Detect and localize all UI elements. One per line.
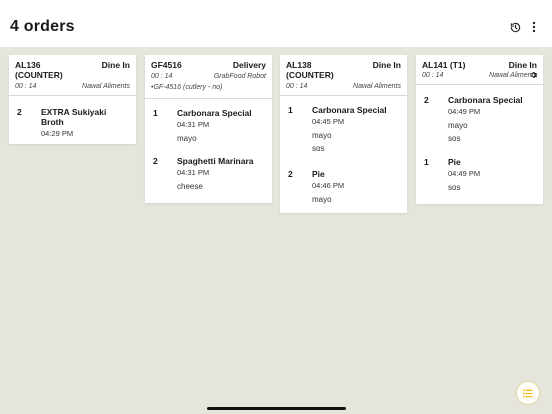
order-card[interactable]: AL136 (COUNTER) Dine In 00 : 14 Nawal Al… bbox=[9, 55, 136, 144]
order-source: Nawal Aliments bbox=[82, 83, 130, 90]
divider bbox=[9, 95, 136, 96]
order-note: •GF-4516 (cutlery - no) bbox=[151, 84, 223, 91]
order-item[interactable]: 1 Pie 04:49 PM sos bbox=[416, 157, 543, 195]
item-qty: 1 bbox=[424, 157, 429, 167]
order-type: Dine In bbox=[101, 60, 130, 70]
order-timer: 00 : 14 bbox=[286, 83, 308, 90]
item-time: 04:49 PM bbox=[448, 169, 481, 178]
order-id: AL141 (T1) bbox=[422, 60, 466, 70]
divider bbox=[145, 98, 272, 99]
item-modifier: sos bbox=[448, 183, 461, 192]
order-id: AL136 (COUNTER) bbox=[15, 60, 63, 80]
gear-icon[interactable] bbox=[530, 66, 538, 78]
order-type: Delivery bbox=[232, 60, 266, 70]
list-fab-button[interactable] bbox=[517, 382, 539, 404]
item-modifier: mayo bbox=[312, 131, 332, 140]
page-title: 4 orders bbox=[10, 18, 75, 35]
item-qty: 2 bbox=[17, 107, 22, 117]
item-time: 04:31 PM bbox=[177, 120, 210, 129]
order-card[interactable]: GF4516 Delivery 00 : 14 GrabFood Robot •… bbox=[145, 55, 272, 203]
order-card-header: GF4516 Delivery 00 : 14 GrabFood Robot •… bbox=[145, 55, 272, 98]
item-name: Carbonara Special bbox=[177, 108, 252, 118]
order-timer: 00 : 14 bbox=[422, 72, 444, 79]
order-id: AL138 (COUNTER) bbox=[286, 60, 334, 80]
item-time: 04:31 PM bbox=[177, 167, 210, 177]
item-name: Pie bbox=[312, 169, 325, 179]
more-vertical-icon[interactable] bbox=[527, 20, 541, 34]
item-qty: 2 bbox=[424, 95, 429, 105]
item-name: Spaghetti Marinara bbox=[177, 155, 254, 166]
app-header: 4 orders bbox=[0, 0, 552, 47]
order-card-header: AL138 (COUNTER) Dine In 00 : 14 Nawal Al… bbox=[280, 55, 407, 95]
item-time: 04:49 PM bbox=[448, 107, 481, 116]
divider bbox=[280, 95, 407, 96]
order-item[interactable]: 1 Carbonara Special 04:45 PM mayo sos bbox=[280, 105, 407, 155]
order-timer: 00 : 14 bbox=[15, 83, 37, 90]
item-qty: 2 bbox=[288, 169, 293, 179]
history-icon[interactable] bbox=[508, 20, 522, 34]
item-modifier: mayo bbox=[312, 195, 332, 204]
order-item[interactable]: 2 Spaghetti Marinara 04:31 PM cheese bbox=[145, 156, 272, 194]
order-item[interactable]: 2 Carbonara Special 04:49 PM mayo sos bbox=[416, 95, 543, 145]
divider bbox=[416, 84, 543, 85]
order-type: Dine In bbox=[372, 60, 401, 70]
item-qty: 2 bbox=[153, 155, 158, 166]
order-card[interactable]: AL138 (COUNTER) Dine In 00 : 14 Nawal Al… bbox=[280, 55, 407, 213]
order-source: Nawal Aliments bbox=[353, 83, 401, 90]
item-name: Pie bbox=[448, 157, 461, 167]
item-modifier: sos bbox=[312, 143, 325, 153]
item-time: 04:29 PM bbox=[41, 129, 74, 138]
order-source: GrabFood Robot bbox=[213, 73, 266, 80]
order-timer: 00 : 14 bbox=[151, 73, 173, 80]
order-card-header: AL141 (T1) Dine In 00 : 14 Nawal Aliment… bbox=[416, 55, 543, 84]
list-icon bbox=[523, 389, 533, 397]
order-card-header: AL136 (COUNTER) Dine In 00 : 14 Nawal Al… bbox=[9, 55, 136, 95]
item-name: Carbonara Special bbox=[312, 105, 387, 115]
order-item[interactable]: 1 Carbonara Special 04:31 PM mayo bbox=[145, 108, 272, 146]
order-item[interactable]: 2 Pie 04:46 PM mayo bbox=[280, 169, 407, 207]
item-modifier: cheese bbox=[177, 181, 203, 191]
item-modifier: mayo bbox=[177, 134, 197, 143]
item-name: Carbonara Special bbox=[448, 95, 523, 105]
order-id: GF4516 bbox=[151, 60, 182, 70]
item-modifier: sos bbox=[448, 133, 461, 143]
item-qty: 1 bbox=[288, 105, 293, 115]
order-card[interactable]: AL141 (T1) Dine In 00 : 14 Nawal Aliment… bbox=[416, 55, 543, 204]
item-qty: 1 bbox=[153, 108, 158, 118]
item-modifier: mayo bbox=[448, 121, 468, 130]
item-name: EXTRA Sukiyaki Broth bbox=[41, 107, 107, 127]
home-indicator bbox=[207, 407, 346, 410]
item-time: 04:46 PM bbox=[312, 181, 345, 190]
item-time: 04:45 PM bbox=[312, 117, 345, 126]
order-item[interactable]: 2 EXTRA Sukiyaki Broth 04:29 PM bbox=[9, 107, 136, 138]
